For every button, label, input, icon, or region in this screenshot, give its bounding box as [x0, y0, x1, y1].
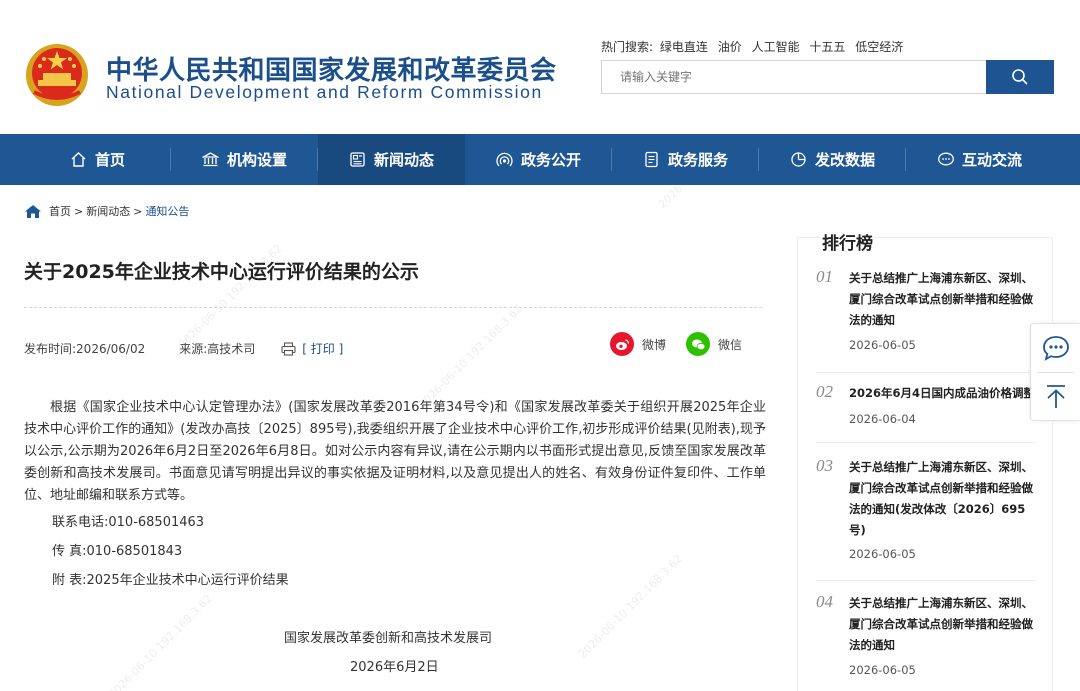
article-meta: 发布时间:2026/06/02 来源:高技术司 [ 打印 ] [24, 340, 343, 357]
search-icon [1012, 69, 1028, 85]
share-weibo-button[interactable]: 微博 [610, 332, 666, 356]
rank-divider [816, 442, 1036, 443]
rank-date: 2026-06-05 [849, 663, 916, 677]
article-paragraph: 根据《国家企业技术中心认定管理办法》(国家发展改革委2016年第34号令)和《国… [24, 400, 766, 503]
contact-fax: 传 真:010-68501843 [52, 544, 183, 559]
nav-label: 新闻动态 [373, 151, 434, 169]
hot-search-term[interactable]: 十五五 [809, 40, 845, 54]
arrow-up-icon [1046, 385, 1065, 408]
site-title-en[interactable]: National Development and Reform Commissi… [106, 82, 543, 103]
hot-search: 热门搜索: 绿电直连 油价 人工智能 十五五 低空经济 [601, 38, 909, 55]
national-emblem-icon[interactable] [24, 42, 90, 108]
chat-icon [937, 151, 955, 169]
article-signature: 国家发展改革委创新和高技术发展司 [284, 631, 493, 646]
news-icon [349, 151, 367, 169]
share-weibo-label: 微博 [642, 337, 667, 352]
nav-item-interaction[interactable]: 互动交流 [906, 134, 1053, 185]
nav-item-institutions[interactable]: 机构设置 [171, 134, 318, 185]
title-divider [24, 307, 762, 308]
breadcrumb-separator: > [133, 204, 143, 218]
pie-chart-icon [790, 151, 808, 169]
publish-time: 发布时间:2026/06/02 [24, 342, 146, 356]
share-wechat-button[interactable]: 微信 [686, 332, 742, 356]
ranking-panel: 排行榜 01 关于总结推广上海浦东新区、深圳、厦门综合改革试点创新举措和经验做法… [797, 229, 1053, 691]
rank-link[interactable]: 关于总结推广上海浦东新区、深圳、厦门综合改革试点创新举措和经验做法的通知 [849, 593, 1035, 656]
search-button[interactable] [986, 60, 1054, 94]
breadcrumb-news[interactable]: 新闻动态 [86, 203, 130, 219]
broadcast-icon [496, 151, 514, 169]
nav-item-gov-services[interactable]: 政务服务 [612, 134, 759, 185]
rank-number: 03 [816, 456, 833, 475]
article-source: 来源:高技术司 [179, 342, 256, 356]
rank-link[interactable]: 2026年6月4日国内成品油价格调整 [849, 383, 1049, 404]
print-button[interactable]: [ 打印 ] [281, 340, 343, 357]
breadcrumb-separator: > [74, 204, 84, 218]
breadcrumb: 首页 > 新闻动态 > 通知公告 [24, 203, 189, 219]
nav-label: 政务公开 [520, 151, 581, 169]
rank-number: 02 [816, 382, 833, 401]
hot-search-term[interactable]: 油价 [718, 40, 742, 54]
rank-date: 2026-06-04 [849, 412, 916, 426]
back-to-top-button[interactable] [1031, 373, 1080, 421]
rank-number: 01 [816, 267, 833, 286]
rank-divider [816, 372, 1036, 373]
hot-search-label: 热门搜索: [601, 40, 654, 54]
nav-item-gov-affairs[interactable]: 政务公开 [465, 134, 612, 185]
breadcrumb-notices[interactable]: 通知公告 [145, 203, 189, 219]
nav-item-home[interactable]: 首页 [24, 134, 171, 185]
article-date: 2026年6月2日 [350, 660, 439, 675]
home-icon [70, 151, 88, 169]
institution-icon [202, 151, 220, 169]
search-input[interactable] [602, 61, 987, 93]
document-icon [643, 151, 661, 169]
rank-date: 2026-06-05 [849, 338, 916, 352]
rank-divider [816, 580, 1036, 581]
article-title: 关于2025年企业技术中心运行评价结果的公示 [24, 261, 419, 283]
rank-date: 2026-06-05 [849, 547, 916, 561]
hot-search-term[interactable]: 绿电直连 [660, 40, 708, 54]
chat-button[interactable] [1031, 324, 1080, 372]
nav-label: 互动交流 [961, 151, 1022, 169]
nav-label: 首页 [94, 151, 125, 169]
search-box [601, 60, 987, 94]
hot-search-term[interactable]: 低空经济 [855, 40, 903, 54]
contact-phone: 联系电话:010-68501463 [52, 515, 205, 530]
hot-search-term[interactable]: 人工智能 [752, 40, 800, 54]
ranking-title: 排行榜 [820, 229, 875, 254]
main-nav: 首页 机构设置 新闻动态 政务公开 政务服务 发改数据 互动交流 [0, 134, 1080, 185]
rank-number: 04 [816, 592, 833, 611]
site-header: 中华人民共和国国家发展和改革委员会 National Development a… [0, 0, 1080, 134]
chat-bubble-icon [1042, 336, 1069, 361]
nav-item-news[interactable]: 新闻动态 [318, 134, 465, 185]
print-label: [ 打印 ] [302, 342, 344, 356]
nav-label: 发改数据 [814, 151, 875, 169]
home-icon[interactable] [24, 204, 42, 219]
nav-item-data[interactable]: 发改数据 [759, 134, 906, 185]
printer-icon [281, 341, 296, 356]
share-wechat-label: 微信 [718, 337, 743, 352]
wechat-icon [686, 332, 710, 356]
floating-toolbar [1030, 323, 1080, 421]
article-body: 根据《国家企业技术中心认定管理办法》(国家发展改革委2016年第34号令)和《国… [24, 397, 766, 507]
nav-label: 机构设置 [226, 151, 287, 169]
rank-link[interactable]: 关于总结推广上海浦东新区、深圳、厦门综合改革试点创新举措和经验做法的通知(发改体… [849, 457, 1035, 541]
rank-link[interactable]: 关于总结推广上海浦东新区、深圳、厦门综合改革试点创新举措和经验做法的通知 [849, 268, 1035, 331]
breadcrumb-home[interactable]: 首页 [49, 203, 71, 219]
attachment-link[interactable]: 附 表:2025年企业技术中心运行评价结果 [52, 569, 289, 588]
nav-label: 政务服务 [667, 151, 728, 169]
weibo-icon [610, 332, 634, 356]
